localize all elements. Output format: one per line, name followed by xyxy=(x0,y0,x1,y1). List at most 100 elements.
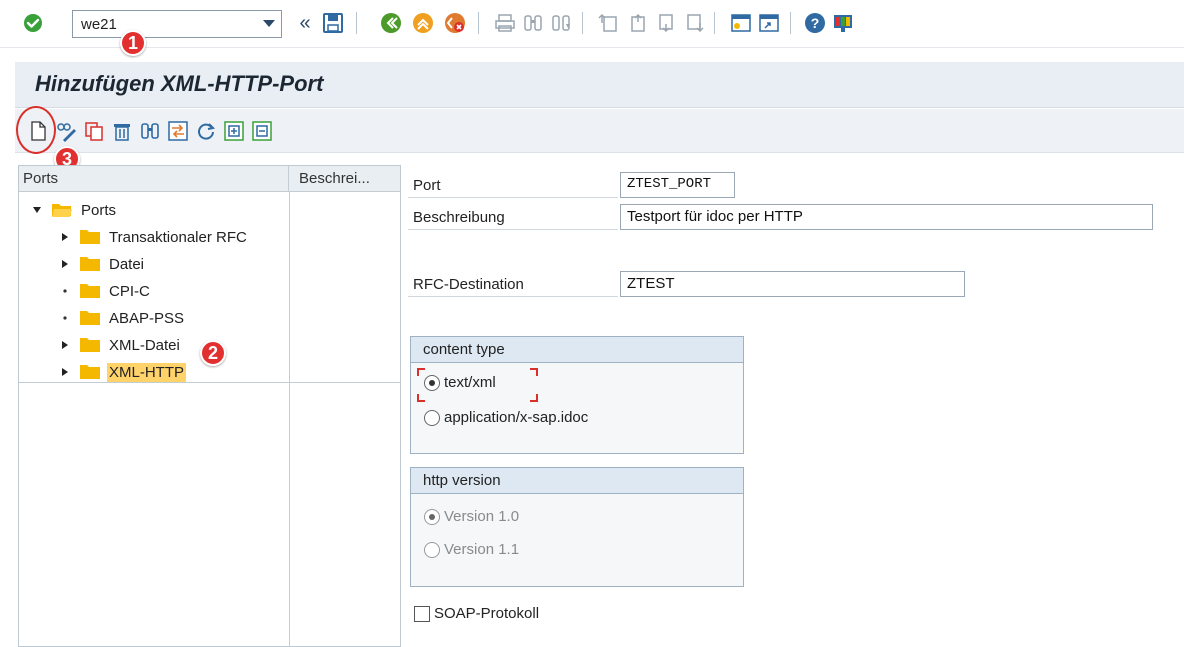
create-session-icon[interactable] xyxy=(730,12,752,34)
transfer-icon[interactable] xyxy=(167,120,189,142)
tree-node-xml-http[interactable]: XML-HTTP xyxy=(57,360,186,384)
expand-arrow-icon[interactable] xyxy=(57,229,73,245)
tree-node-label: Datei xyxy=(109,255,145,273)
soap-protokoll-label: SOAP-Protokoll xyxy=(434,605,540,622)
folder-icon xyxy=(79,256,101,272)
leaf-dot-icon xyxy=(57,310,73,326)
toolbar-separator xyxy=(478,12,479,34)
radio-version-1-1: Version 1.1 xyxy=(424,541,519,558)
expand-arrow-icon[interactable] xyxy=(57,256,73,272)
port-label: Port xyxy=(413,177,441,194)
focus-corner xyxy=(530,394,538,402)
tree-node-label-selected: XML-HTTP xyxy=(107,362,186,382)
soap-protokoll-checkbox-row[interactable]: SOAP-Protokoll xyxy=(414,605,539,622)
tree-node-label: Transaktionaler RFC xyxy=(109,228,247,246)
radio-label: application/x-sap.idoc xyxy=(444,409,589,426)
radio-label: Version 1.0 xyxy=(444,508,520,525)
tree-node-label: ABAP-PSS xyxy=(109,309,185,327)
tree-node-label: XML-Datei xyxy=(109,336,180,354)
previous-page-icon[interactable] xyxy=(626,12,648,34)
find-next-icon[interactable] xyxy=(550,12,572,34)
double-left-icon[interactable]: « xyxy=(294,12,316,34)
collapse-arrow-icon[interactable] xyxy=(29,202,45,218)
expand-icon[interactable] xyxy=(223,120,245,142)
radio-label: text/xml xyxy=(444,374,496,391)
toolbar-separator xyxy=(790,12,791,34)
collapse-icon[interactable] xyxy=(251,120,273,142)
last-page-icon[interactable] xyxy=(682,12,704,34)
http-version-group-title: http version xyxy=(411,468,743,494)
title-bar: Hinzufügen XML-HTTP-Port xyxy=(15,62,1184,108)
folder-icon xyxy=(79,283,101,299)
find-icon[interactable] xyxy=(522,12,544,34)
exit-icon[interactable] xyxy=(412,12,434,34)
radio-button-selected[interactable] xyxy=(424,374,440,391)
next-page-icon[interactable] xyxy=(654,12,676,34)
print-icon[interactable] xyxy=(494,12,516,34)
toolbar-separator xyxy=(356,12,357,34)
radio-label: Version 1.1 xyxy=(444,541,520,558)
copy-icon[interactable] xyxy=(83,120,105,142)
chevron-down-icon[interactable] xyxy=(263,20,275,27)
port-label-cell: Port xyxy=(408,172,618,198)
delete-icon[interactable] xyxy=(111,120,133,142)
expand-arrow-icon[interactable] xyxy=(57,337,73,353)
customize-layout-icon[interactable] xyxy=(832,12,854,34)
tree-column-description-header[interactable]: Beschrei... xyxy=(289,166,400,191)
refresh-icon[interactable] xyxy=(195,120,217,142)
tree-node-cpi-c[interactable]: CPI-C xyxy=(57,279,152,303)
rfc-destination-field[interactable]: ZTEST xyxy=(620,271,965,297)
toolbar-separator xyxy=(714,12,715,34)
tree-node-transaktionaler-rfc[interactable]: Transaktionaler RFC xyxy=(57,225,249,249)
expand-arrow-icon[interactable] xyxy=(57,364,73,380)
tree-column-ports-header[interactable]: Ports xyxy=(19,166,289,191)
first-page-icon[interactable] xyxy=(598,12,620,34)
radio-button-selected-disabled xyxy=(424,508,440,525)
http-version-group: http version xyxy=(410,467,744,587)
content-type-group: content type xyxy=(410,336,744,454)
shortcut-icon[interactable] xyxy=(758,12,780,34)
annotation-badge-1: 1 xyxy=(120,30,146,56)
enter-check-icon[interactable] xyxy=(22,12,44,34)
tree-column-divider xyxy=(289,192,290,647)
ports-tree-panel: Ports Beschrei... Ports Transaktionaler … xyxy=(18,165,401,647)
soap-protokoll-checkbox[interactable] xyxy=(414,605,430,622)
focus-corner xyxy=(417,394,425,402)
folder-icon xyxy=(79,337,101,353)
folder-icon xyxy=(79,229,101,245)
annotation-highlight-circle xyxy=(16,106,56,154)
tree-node-label: Ports xyxy=(81,201,117,219)
port-field[interactable]: ZTEST_PORT xyxy=(620,172,735,198)
command-input[interactable] xyxy=(73,11,249,37)
back-icon[interactable] xyxy=(380,12,402,34)
radio-button-disabled xyxy=(424,541,440,558)
help-icon[interactable]: ? xyxy=(804,12,826,34)
annotation-badge-2: 2 xyxy=(200,340,226,366)
change-icon[interactable] xyxy=(55,120,77,142)
tree-header: Ports Beschrei... xyxy=(19,166,400,192)
radio-application-x-sap-idoc[interactable]: application/x-sap.idoc xyxy=(424,409,588,426)
rfc-destination-label-cell: RFC-Destination xyxy=(408,271,618,297)
tree-node-xml-datei[interactable]: XML-Datei xyxy=(57,333,182,357)
svg-text:?: ? xyxy=(811,15,820,31)
tree-node-datei[interactable]: Datei xyxy=(57,252,146,276)
save-icon[interactable] xyxy=(322,12,344,34)
find-icon[interactable] xyxy=(139,120,161,142)
focus-corner xyxy=(417,368,425,376)
radio-button[interactable] xyxy=(424,409,440,426)
command-field[interactable] xyxy=(72,10,282,38)
radio-text-xml[interactable]: text/xml xyxy=(424,374,496,391)
cancel-icon[interactable] xyxy=(444,12,466,34)
description-field[interactable]: Testport für idoc per HTTP xyxy=(620,204,1153,230)
system-toolbar: « xyxy=(0,0,1184,48)
rfc-destination-label: RFC-Destination xyxy=(413,276,524,293)
toolbar-separator xyxy=(582,12,583,34)
tree-node-ports-root[interactable]: Ports xyxy=(29,198,118,222)
open-folder-icon xyxy=(51,202,73,218)
description-label: Beschreibung xyxy=(413,209,505,226)
folder-icon xyxy=(79,364,101,380)
description-label-cell: Beschreibung xyxy=(408,204,618,230)
tree-node-abap-pss[interactable]: ABAP-PSS xyxy=(57,306,186,330)
leaf-dot-icon xyxy=(57,283,73,299)
radio-version-1-0: Version 1.0 xyxy=(424,508,519,525)
